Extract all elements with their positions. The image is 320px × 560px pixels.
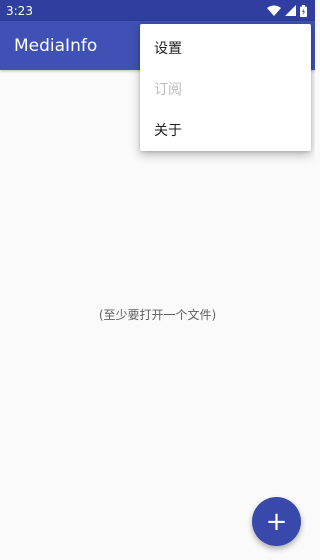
app-title: MediaInfo [14,35,98,56]
wifi-icon [267,5,281,16]
status-icons [267,4,307,17]
empty-state-message: (至少要打开一个文件) [98,308,217,322]
battery-icon [300,4,307,17]
signal-icon [285,5,296,16]
overflow-menu: 设置 订阅 关于 [140,24,311,151]
screen: 3:23 MediaInfo (至少要打开一个文件) + 设置 订阅 关于 [0,0,315,560]
menu-item-label: 设置 [154,40,182,57]
menu-item-label: 订阅 [154,81,182,98]
status-time: 3:23 [6,3,33,18]
menu-item-label: 关于 [154,122,182,139]
add-icon: + [265,506,288,537]
menu-item-settings[interactable]: 设置 [140,27,311,68]
menu-item-about[interactable]: 关于 [140,109,311,150]
add-file-fab[interactable]: + [252,497,301,546]
menu-item-subscribe: 订阅 [140,68,311,109]
status-bar: 3:23 [0,0,315,21]
